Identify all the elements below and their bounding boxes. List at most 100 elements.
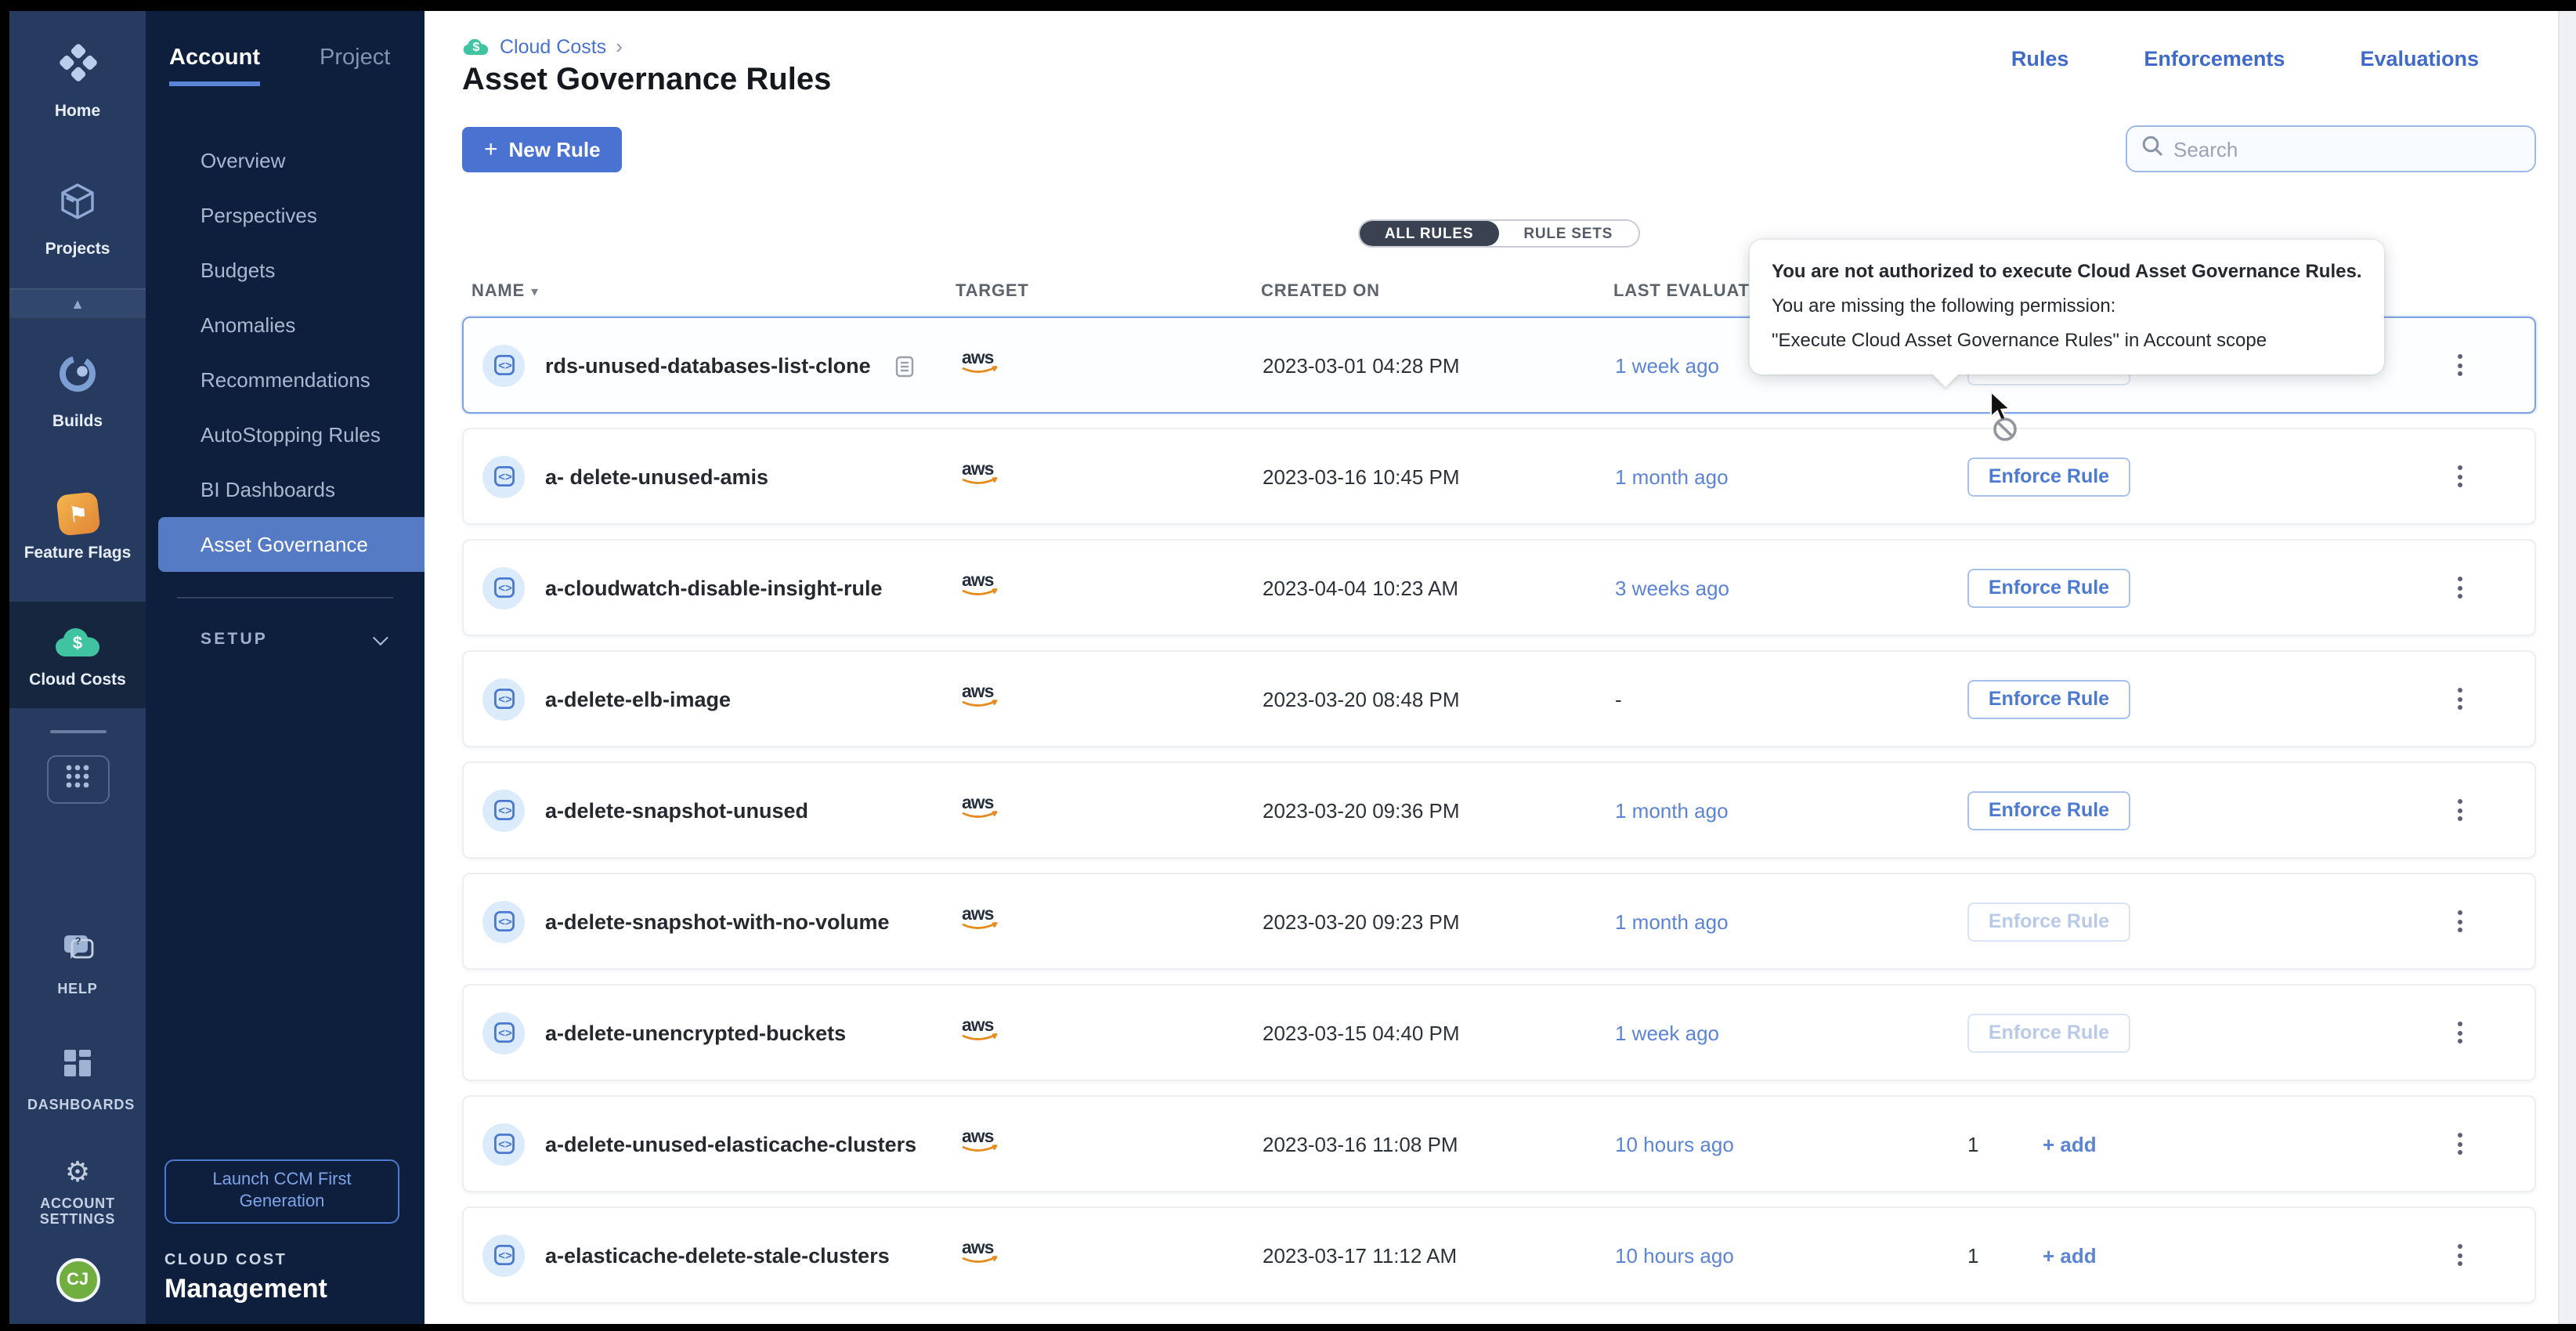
toggle-all-rules[interactable]: ALL RULES — [1360, 221, 1498, 246]
sidenav-item-anomalies[interactable]: Anomalies — [146, 298, 425, 353]
rule-name: a-delete-elb-image — [545, 687, 731, 711]
tab-account[interactable]: Account — [169, 45, 260, 86]
rail-item-home[interactable]: Home — [9, 27, 146, 135]
rail-item-feature-flags[interactable]: ⚑ Feature Flags — [9, 479, 146, 577]
created-on-cell: 2023-03-20 09:23 PM — [1263, 910, 1615, 933]
tooltip-line: "Execute Cloud Asset Governance Rules" i… — [1772, 324, 2362, 358]
page-title: Asset Governance Rules — [462, 63, 831, 99]
table-row[interactable]: <> a-delete-snapshot-with-no-volume aws … — [462, 873, 2535, 970]
rule-name-cell: <> a-delete-unused-elasticache-clusters — [464, 1123, 957, 1165]
kebab-menu-icon[interactable] — [2448, 348, 2472, 382]
column-header-created-on: CREATED ON — [1261, 282, 1613, 301]
table-row[interactable]: <> a-delete-elb-image aws 2023-03-20 08:… — [462, 650, 2535, 747]
created-on-cell: 2023-03-16 10:45 PM — [1263, 465, 1615, 488]
table-row[interactable]: <> a-cloudwatch-disable-insight-rule aws… — [462, 539, 2535, 636]
sidenav-item-autostopping-rules[interactable]: AutoStopping Rules — [146, 407, 425, 462]
aws-logo-icon: aws — [957, 1236, 1007, 1266]
enforce-rule-button[interactable]: Enforce Rule — [1967, 790, 2130, 830]
sidenav-item-perspectives[interactable]: Perspectives — [146, 188, 425, 243]
sidenav-item-asset-governance[interactable]: Asset Governance — [158, 517, 425, 572]
table-row[interactable]: <> a-elasticache-delete-stale-clusters a… — [462, 1206, 2535, 1304]
rail-item-dashboards[interactable]: DASHBOARDS — [9, 1033, 146, 1128]
enforce-rule-button[interactable]: Enforce Rule — [1967, 457, 2130, 496]
enforce-rule-button[interactable]: Enforce Rule — [1967, 679, 2130, 718]
setup-section-toggle[interactable]: SETUP — [146, 599, 425, 649]
enforce-rule-button[interactable]: Enforce Rule — [1967, 568, 2130, 607]
tooltip-arrow — [1931, 372, 1960, 386]
row-menu-cell — [2414, 570, 2534, 605]
new-rule-button[interactable]: + New Rule — [462, 126, 623, 172]
scrollbar[interactable] — [2557, 11, 2576, 1323]
table-row[interactable]: <> a-delete-unused-elasticache-clusters … — [462, 1095, 2535, 1192]
module-grid-button[interactable] — [46, 756, 109, 805]
column-label: TARGET — [956, 282, 1029, 301]
kebab-menu-icon[interactable] — [2448, 682, 2472, 716]
actions-row: + New Rule — [462, 125, 2535, 172]
enforce-rule-button[interactable]: Enforce Rule — [1967, 902, 2130, 941]
rule-icon: <> — [482, 900, 525, 942]
row-menu-cell — [2414, 1015, 2534, 1050]
rail-label: DASHBOARDS — [27, 1098, 128, 1114]
sidenav-item-recommendations[interactable]: Recommendations — [146, 353, 425, 407]
search-input[interactable] — [2173, 137, 2520, 161]
gear-icon: ⚙ — [65, 1158, 90, 1186]
rule-name: a- delete-unused-amis — [545, 465, 768, 488]
table-row[interactable]: <> a-delete-unencrypted-buckets aws 2023… — [462, 984, 2535, 1081]
setup-label: SETUP — [201, 630, 268, 649]
add-enforcement-link[interactable]: + add — [2043, 1132, 2097, 1156]
rule-icon: <> — [482, 1234, 525, 1276]
projects-icon — [56, 180, 99, 230]
add-enforcement-link[interactable]: + add — [2043, 1243, 2097, 1267]
nav-link-evaluations[interactable]: Evaluations — [2360, 47, 2479, 71]
last-evaluation-cell: 10 hours ago — [1615, 1132, 1967, 1156]
copy-icon[interactable] — [894, 353, 915, 377]
rail-item-builds[interactable]: Builds — [9, 338, 146, 445]
target-cell: aws — [957, 902, 1263, 940]
column-header-name[interactable]: NAME ▾ — [462, 282, 956, 301]
kebab-menu-icon[interactable] — [2448, 570, 2472, 605]
rail-item-projects[interactable]: Projects — [9, 166, 146, 273]
created-on-cell: 2023-03-17 11:12 AM — [1263, 1243, 1615, 1267]
launch-ccm-first-gen-button[interactable]: Launch CCM First Generation — [164, 1159, 399, 1223]
kebab-menu-icon[interactable] — [2448, 904, 2472, 939]
rail-item-account-settings[interactable]: ⚙ ACCOUNT SETTINGS — [9, 1144, 146, 1242]
breadcrumb-link-cloud-costs[interactable]: Cloud Costs — [500, 35, 606, 57]
table-row[interactable]: <> a- delete-unused-amis aws 2023-03-16 … — [462, 428, 2535, 525]
kebab-menu-icon[interactable] — [2448, 459, 2472, 494]
rail-item-help[interactable]: ? HELP — [9, 918, 146, 1011]
svg-text:aws: aws — [962, 458, 994, 479]
dollar-glyph: $ — [73, 634, 82, 653]
row-menu-cell — [2414, 459, 2534, 494]
rail-item-cloud-costs[interactable]: $ Cloud Costs — [9, 602, 146, 709]
svg-text:aws: aws — [962, 792, 994, 812]
sidenav-item-budgets[interactable]: Budgets — [146, 243, 425, 298]
sidenav-item-bi-dashboards[interactable]: BI Dashboards — [146, 462, 425, 517]
nav-link-enforcements[interactable]: Enforcements — [2144, 47, 2285, 71]
rule-name-cell: <> rds-unused-databases-list-clone — [464, 344, 957, 386]
aws-logo-icon: aws — [957, 1125, 1007, 1155]
help-icon: ? — [60, 932, 95, 971]
user-avatar[interactable]: CJ — [56, 1257, 99, 1301]
app-window: Home Projects ▲ Builds ⚑ Feature Flags $ — [9, 11, 2576, 1323]
kebab-menu-icon[interactable] — [2448, 1127, 2472, 1161]
enforce-rule-button[interactable]: Enforce Rule — [1967, 1013, 2130, 1052]
kebab-menu-icon[interactable] — [2448, 793, 2472, 827]
tab-project[interactable]: Project — [320, 45, 390, 86]
sidenav-item-overview[interactable]: Overview — [146, 133, 425, 188]
nav-link-rules[interactable]: Rules — [2011, 47, 2069, 71]
rule-name-cell: <> a-delete-snapshot-with-no-volume — [464, 900, 957, 942]
tooltip-line: You are missing the following permission… — [1772, 288, 2362, 323]
rail-label: Feature Flags — [24, 544, 132, 562]
cloud-costs-icon: $ — [462, 35, 490, 57]
toggle-rule-sets[interactable]: RULE SETS — [1498, 221, 1638, 246]
target-cell: aws — [957, 346, 1263, 384]
rule-icon: <> — [482, 678, 525, 720]
created-on-cell: 2023-04-04 10:23 AM — [1263, 576, 1615, 599]
kebab-menu-icon[interactable] — [2448, 1015, 2472, 1050]
svg-text:aws: aws — [962, 1015, 994, 1035]
table-row[interactable]: <> a-delete-snapshot-unused aws 2023-03-… — [462, 761, 2535, 859]
rail-collapse-button[interactable]: ▲ — [9, 288, 146, 320]
enforcement-cell: Enforce Rule + add — [1967, 457, 2414, 496]
kebab-menu-icon[interactable] — [2448, 1238, 2472, 1272]
builds-icon — [56, 353, 99, 403]
